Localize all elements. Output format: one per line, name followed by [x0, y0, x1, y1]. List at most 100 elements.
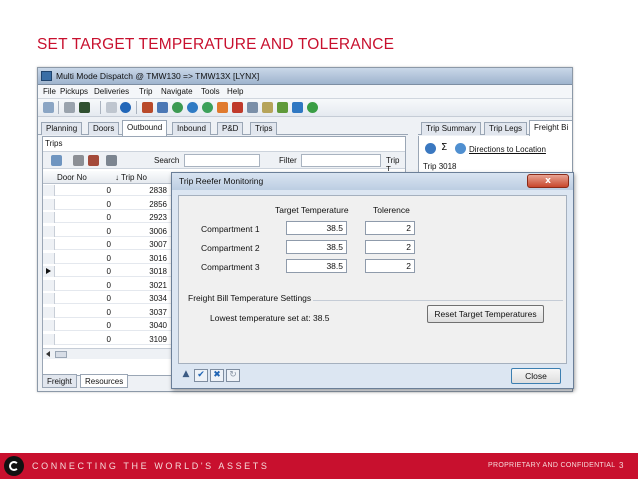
window-titlebar: Multi Mode Dispatch @ TMW130 => TMW13X [… [38, 68, 572, 85]
power-icon[interactable] [307, 102, 318, 113]
info-icon[interactable] [120, 102, 131, 113]
col-door-no[interactable]: Door No [57, 173, 87, 182]
menu-navigate[interactable]: Navigate [161, 87, 193, 96]
compartment-2-tolerance-input[interactable]: 2 [365, 240, 415, 254]
row-indicator[interactable] [43, 279, 55, 291]
tab-doors[interactable]: Doors [88, 122, 120, 135]
cancel-x-icon[interactable]: ✖ [210, 369, 224, 382]
close-button[interactable]: Close [511, 368, 561, 384]
grid-icon[interactable] [157, 102, 168, 113]
user-icon[interactable] [217, 102, 228, 113]
menu-bar: File Pickups Deliveries Trip Navigate To… [38, 85, 572, 99]
refresh-icon[interactable] [51, 155, 62, 166]
compartment-3-label: Compartment 3 [201, 262, 260, 272]
tab-trip-legs[interactable]: Trip Legs [484, 122, 528, 135]
door-no-cell: 0 [106, 334, 111, 344]
compartment-2-target-input[interactable]: 38.5 [286, 240, 347, 254]
door-no-cell: 0 [106, 213, 111, 222]
current-row-arrow-icon [46, 268, 51, 274]
collapse-up-icon[interactable]: ▲ [179, 369, 193, 382]
row-indicator[interactable] [43, 185, 55, 196]
menu-file[interactable]: File [43, 87, 56, 96]
menu-pickups[interactable]: Pickups [60, 87, 88, 96]
compartment-2-label: Compartment 2 [201, 243, 260, 253]
tab-resources[interactable]: Resources [80, 374, 129, 388]
compartment-1-tolerance-input[interactable]: 2 [365, 221, 415, 235]
compartment-1-label: Compartment 1 [201, 224, 260, 234]
row-indicator[interactable] [43, 252, 55, 264]
door-no-cell: 0 [106, 240, 111, 249]
col-trip-no[interactable]: Trip No [121, 173, 147, 182]
row-indicator[interactable] [43, 293, 55, 304]
dialog-titlebar: Trip Reefer Monitoring x [172, 173, 573, 190]
door-no-cell: 0 [106, 307, 111, 317]
menu-help[interactable]: Help [227, 87, 243, 96]
columns-icon[interactable] [106, 155, 117, 166]
sync-icon[interactable] [455, 143, 466, 154]
row-indicator[interactable] [43, 306, 55, 318]
scroll-left-icon[interactable] [46, 351, 50, 357]
close-icon[interactable]: x [527, 174, 569, 188]
filter-icon[interactable] [88, 155, 99, 166]
directions-link[interactable]: Directions to Location [469, 145, 546, 154]
monitor-icon[interactable] [79, 102, 90, 113]
footer-tagline: CONNECTING THE WORLD'S ASSETS [32, 461, 270, 471]
truck-icon[interactable] [142, 102, 153, 113]
window-title: Multi Mode Dispatch @ TMW130 => TMW13X [… [56, 71, 260, 81]
chart-icon[interactable] [292, 102, 303, 113]
trip-no-cell: 3007 [149, 240, 167, 249]
tools-icon[interactable] [73, 155, 84, 166]
scroll-thumb[interactable] [55, 351, 67, 358]
menu-trip[interactable]: Trip [139, 87, 152, 96]
main-tabs: Planning Doors Outbound Inbound P&D Trip… [38, 120, 408, 136]
filter-input[interactable] [301, 154, 381, 167]
check-icon[interactable] [277, 102, 288, 113]
tab-inbound[interactable]: Inbound [172, 122, 211, 135]
row-indicator[interactable] [43, 212, 55, 223]
trip-no-cell: 2856 [149, 199, 167, 209]
col-tolerance: Tolerence [373, 205, 410, 215]
compartment-3-target-input[interactable]: 38.5 [286, 259, 347, 273]
toolbar-separator [136, 101, 137, 114]
settings-icon[interactable] [106, 102, 117, 113]
sum-icon[interactable]: Σ [441, 142, 447, 153]
reset-target-temperatures-button[interactable]: Reset Target Temperatures [427, 305, 544, 323]
trips-caption: Trips [45, 139, 63, 148]
refresh-icon[interactable] [425, 143, 436, 154]
notes-icon[interactable] [262, 102, 273, 113]
detail-tabs: Trip Summary Trip Legs Freight Bi [418, 120, 572, 136]
map-icon[interactable] [187, 102, 198, 113]
menu-deliveries[interactable]: Deliveries [94, 87, 129, 96]
route-icon[interactable] [202, 102, 213, 113]
row-indicator[interactable] [43, 333, 55, 345]
row-indicator[interactable] [43, 266, 55, 277]
slide-footer: CONNECTING THE WORLD'S ASSETS PROPRIETAR… [0, 453, 638, 479]
alert-icon[interactable] [232, 102, 243, 113]
refresh-icon[interactable]: ↻ [226, 369, 240, 382]
globe-icon[interactable] [172, 102, 183, 113]
row-indicator[interactable] [43, 320, 55, 331]
save-check-icon[interactable]: ✔ [194, 369, 208, 382]
tab-pd[interactable]: P&D [217, 122, 244, 135]
compartment-3-tolerance-input[interactable]: 2 [365, 259, 415, 273]
compartment-1-target-input[interactable]: 38.5 [286, 221, 347, 235]
tab-freight-bill[interactable]: Freight Bi [529, 120, 572, 136]
people-icon[interactable] [247, 102, 258, 113]
trip-no-cell: 3037 [149, 307, 167, 317]
trip-no-cell: 3018 [149, 267, 167, 276]
tab-trips[interactable]: Trips [250, 122, 278, 135]
trip-no-cell: 3034 [149, 294, 167, 303]
search-input[interactable] [184, 154, 260, 167]
print-icon[interactable] [64, 102, 75, 113]
row-indicator[interactable] [43, 225, 55, 237]
tab-outbound[interactable]: Outbound [122, 120, 168, 136]
dialog-body: Target Temperature Tolerence Compartment… [178, 195, 567, 364]
tab-freight[interactable]: Freight [42, 374, 77, 388]
toolbar-separator [58, 101, 59, 114]
tab-trip-summary[interactable]: Trip Summary [421, 122, 481, 135]
menu-tools[interactable]: Tools [201, 87, 220, 96]
row-indicator[interactable] [43, 198, 55, 210]
row-indicator[interactable] [43, 239, 55, 250]
tab-planning[interactable]: Planning [41, 122, 83, 135]
refresh-icon[interactable] [43, 102, 54, 113]
